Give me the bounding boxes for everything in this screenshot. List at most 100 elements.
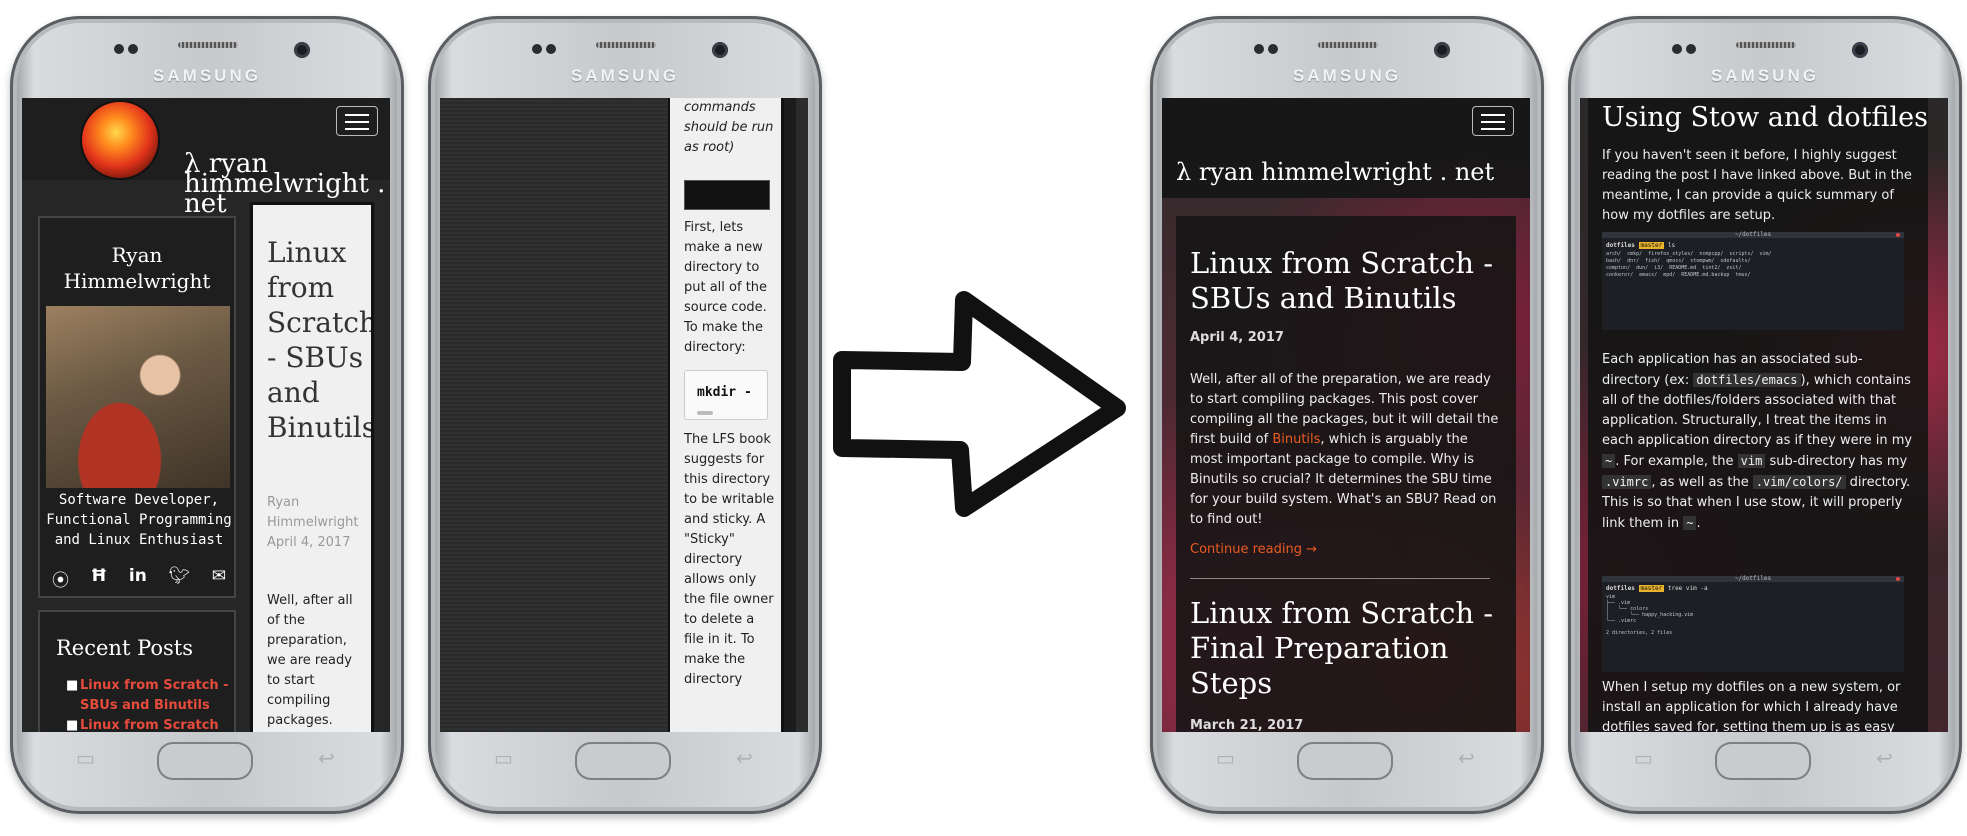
- para-2: The LFS book suggests for this directory…: [684, 432, 775, 687]
- screen-1: λ ryan himmelwright . net Ryan Himmelwri…: [22, 98, 390, 732]
- terminal-line: conkeror/ emacs/ mpd/ README.md.backup t…: [1606, 272, 1751, 278]
- back-icon[interactable]: ↩: [318, 746, 335, 770]
- binutils-link[interactable]: Binutils: [1272, 432, 1320, 447]
- speaker-grille: [1318, 42, 1378, 48]
- bullet-icon: ■: [66, 718, 79, 732]
- code-scrollbar[interactable]: [697, 411, 713, 415]
- post-excerpt: Well, after all of the preparation, we a…: [267, 593, 353, 728]
- code-block: mkdir -: [684, 370, 768, 420]
- phone-frame-1: SAMSUNG λ ryan himmelwright . net Ryan H…: [10, 16, 404, 814]
- recent-post-link[interactable]: ■ Linux from Scratch: [66, 716, 230, 732]
- terminal-line: └── .vimrc: [1606, 618, 1637, 624]
- back-icon[interactable]: ↩: [1458, 746, 1475, 770]
- front-sensor: [1254, 44, 1264, 54]
- terminal-screenshot: [684, 180, 770, 210]
- terminal-title: ~/dotfiles: [1734, 575, 1772, 582]
- inline-code: ~: [1683, 516, 1697, 530]
- terminal-line: compton/ dun/ i3/ README.md tint2/ zsit/: [1606, 265, 1742, 271]
- front-sensor: [114, 44, 124, 54]
- recent-post-link[interactable]: ■ Linux from Scratch - SBUs and Binutils: [66, 676, 230, 716]
- recent-apps-icon[interactable]: ▭: [76, 746, 95, 770]
- post-card: Using Stow and dotfiles If you haven't s…: [1588, 98, 1928, 732]
- menu-toggle-button[interactable]: [336, 106, 378, 136]
- brand-logo: SAMSUNG: [571, 66, 679, 85]
- speaker-grille: [596, 42, 656, 48]
- recent-apps-icon[interactable]: ▭: [1216, 746, 1235, 770]
- para-3: When I setup my dotfiles on a new system…: [1602, 680, 1901, 732]
- brand-logo: SAMSUNG: [1711, 66, 1819, 85]
- recent-posts-heading: Recent Posts: [56, 636, 193, 660]
- site-title[interactable]: λ ryan himmelwright . net: [1176, 158, 1494, 186]
- front-sensor: [546, 44, 556, 54]
- terminal-line: bash/ dnr/ fish/ qmocs/ stompwm/ xdefaul…: [1606, 258, 1751, 264]
- prompt-branch: master: [1638, 585, 1665, 592]
- front-sensor: [1672, 44, 1682, 54]
- twitter-icon[interactable]: 🐦︎: [168, 566, 190, 591]
- screen-2: commands should be run as root) First, l…: [440, 98, 808, 732]
- terminal-title: ~/dotfiles: [1734, 231, 1772, 238]
- site-logo[interactable]: [82, 102, 158, 178]
- recent-post-link-label: Linux from Scratch: [80, 718, 219, 732]
- brand-logo: SAMSUNG: [1293, 66, 1401, 85]
- profile-photo: [46, 306, 230, 488]
- linkedin-icon[interactable]: in: [129, 566, 147, 591]
- front-sensor: [532, 44, 542, 54]
- inline-code: dotfiles/emacs: [1693, 373, 1801, 387]
- github-icon[interactable]: ⦿: [52, 566, 69, 591]
- front-camera: [712, 42, 728, 58]
- screen-3: λ ryan himmelwright . net Linux from Scr…: [1162, 98, 1530, 732]
- front-camera: [1434, 42, 1450, 58]
- para-2: Each application has an associated sub-d…: [1602, 350, 1914, 534]
- terminal-close-icon[interactable]: [1896, 233, 1900, 237]
- back-icon[interactable]: ↩: [736, 746, 753, 770]
- post-title[interactable]: Linux from Scratch - SBUs and Binutils: [1190, 246, 1510, 316]
- home-button[interactable]: [1715, 742, 1811, 780]
- front-camera: [294, 42, 310, 58]
- menu-toggle-button[interactable]: [1472, 106, 1514, 136]
- home-button[interactable]: [575, 742, 671, 780]
- recent-apps-icon[interactable]: ▭: [1634, 746, 1653, 770]
- home-button[interactable]: [1297, 742, 1393, 780]
- inline-code: .vim/colors/: [1752, 475, 1846, 489]
- recent-posts-card: Recent Posts ■ Linux from Scratch - SBUs …: [38, 610, 236, 732]
- post-divider: [1190, 578, 1490, 579]
- bullet-icon: ■: [66, 678, 79, 693]
- text-run: sub-directory has my: [1765, 454, 1908, 469]
- prompt-dir: dotfiles: [1606, 242, 1635, 249]
- text-top: commands should be run as root): [684, 100, 774, 155]
- front-sensor: [128, 44, 138, 54]
- brand-logo: SAMSUNG: [153, 66, 261, 85]
- post-date: April 4, 2017: [267, 535, 351, 550]
- front-sensor: [1686, 44, 1696, 54]
- continue-reading-link[interactable]: Continue reading →: [1190, 542, 1317, 557]
- speaker-grille: [178, 42, 238, 48]
- post-excerpt: Well, after all of the preparation, we a…: [1190, 370, 1502, 530]
- prompt-branch: master: [1638, 242, 1665, 249]
- text-run: .: [1696, 516, 1701, 531]
- terminal-line: 2 directories, 2 files: [1606, 630, 1673, 636]
- text-run: , as well as the: [1651, 475, 1753, 490]
- recent-post-link-label: Linux from Scratch - SBUs and Binutils: [80, 678, 229, 713]
- post-title[interactable]: Linux from Scratch - SBUs and Binutils: [267, 235, 371, 445]
- page-background: [440, 98, 668, 732]
- text-run: . For example, the: [1615, 454, 1738, 469]
- terminal-close-icon[interactable]: [1896, 577, 1900, 581]
- post-author: Ryan Himmelwright: [267, 495, 359, 530]
- recent-apps-icon[interactable]: ▭: [494, 746, 513, 770]
- inline-code: vim: [1737, 454, 1766, 468]
- hackaday-icon[interactable]: Ħ: [91, 566, 108, 591]
- prompt-dir: dotfiles: [1606, 585, 1635, 592]
- page-scrollbar[interactable]: [784, 98, 796, 732]
- post-list-card: Linux from Scratch - SBUs and Binutils A…: [1176, 216, 1516, 732]
- social-links: ⦿ Ħ in 🐦︎ ✉: [52, 566, 226, 591]
- para-1: If you haven't seen it before, I highly …: [1602, 148, 1912, 223]
- terminal-prompt: dotfiles master ls: [1606, 242, 1675, 250]
- back-icon[interactable]: ↩: [1876, 746, 1893, 770]
- terminal-line: arch/ cmkp/ firefox_styles/ ncmpcpp/ scr…: [1606, 251, 1772, 257]
- phone-frame-2: SAMSUNG commands should be run as root) …: [428, 16, 822, 814]
- email-icon[interactable]: ✉: [212, 566, 226, 591]
- home-button[interactable]: [157, 742, 253, 780]
- post-title[interactable]: Linux from Scratch - Final Preparation S…: [1190, 596, 1510, 701]
- right-arrow-icon: [833, 291, 1126, 517]
- inline-code: ~: [1602, 454, 1616, 468]
